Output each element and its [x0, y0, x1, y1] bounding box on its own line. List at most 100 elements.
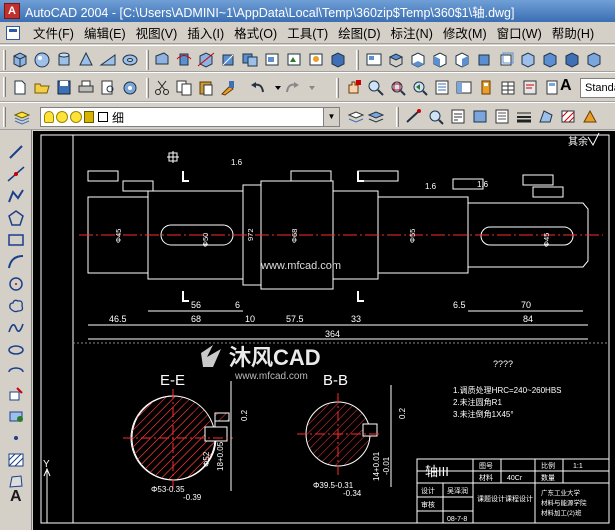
region-mass-icon[interactable]: [470, 107, 490, 126]
make-block-icon[interactable]: [6, 406, 26, 426]
paste-icon[interactable]: [196, 78, 216, 97]
layer-on-icon[interactable]: [44, 111, 54, 123]
menu-format[interactable]: 格式(O): [229, 23, 282, 42]
cone-icon[interactable]: [76, 50, 96, 69]
named-views-icon[interactable]: [364, 50, 384, 69]
text-style-combo[interactable]: Standa: [580, 78, 615, 98]
print-preview-icon[interactable]: [98, 78, 118, 97]
layer-unlock-icon[interactable]: [84, 111, 94, 123]
top-view-icon[interactable]: [386, 50, 406, 69]
menu-tools[interactable]: 工具(T): [282, 23, 333, 42]
match-properties-icon[interactable]: [218, 78, 238, 97]
ellipse-arc-icon[interactable]: [6, 362, 26, 382]
layer-thaw-icon[interactable]: [56, 111, 68, 123]
drawing-canvas[interactable]: 其余 Φ45 Φ50 972 Φ68 Φ55 Φ45 1.6 1.6 1.6 5…: [33, 131, 615, 530]
hatch-edit-icon[interactable]: [558, 107, 578, 126]
multiline-text-tool[interactable]: A: [10, 488, 22, 506]
menu-help[interactable]: 帮助(H): [547, 23, 599, 42]
tool-palettes-icon[interactable]: [476, 78, 496, 97]
zoom-extents-icon[interactable]: [426, 107, 446, 126]
toolbar-grip[interactable]: [146, 50, 149, 70]
area-icon[interactable]: [536, 107, 556, 126]
menu-edit[interactable]: 编辑(E): [79, 23, 131, 42]
plot-style-icon[interactable]: [580, 107, 600, 126]
toolbar-grip[interactable]: [3, 107, 6, 127]
toolbar-grip[interactable]: [3, 50, 6, 70]
torus-icon[interactable]: [120, 50, 140, 69]
dist-icon[interactable]: [404, 107, 424, 126]
sw-iso-icon[interactable]: [518, 50, 538, 69]
revolve-icon[interactable]: [174, 50, 194, 69]
menu-file[interactable]: 文件(F): [28, 23, 79, 42]
hatch-icon[interactable]: [6, 450, 26, 470]
list-icon[interactable]: [492, 107, 512, 126]
menu-view[interactable]: 视图(V): [131, 23, 183, 42]
ellipse-icon[interactable]: [6, 340, 26, 360]
extrude-icon[interactable]: [152, 50, 172, 69]
circle-icon[interactable]: [6, 274, 26, 294]
construction-line-icon[interactable]: [6, 164, 26, 184]
copy-icon[interactable]: [174, 78, 194, 97]
box-3d-icon[interactable]: [10, 50, 30, 69]
spline-icon[interactable]: [6, 318, 26, 338]
setup-profile-icon[interactable]: [306, 50, 326, 69]
publish-icon[interactable]: [120, 78, 140, 97]
solid-edit-icon[interactable]: [328, 50, 348, 69]
zoom-previous-icon[interactable]: [410, 78, 430, 97]
cylinder-icon[interactable]: [54, 50, 74, 69]
open-folder-icon[interactable]: [32, 78, 52, 97]
pan-realtime-icon[interactable]: [344, 78, 364, 97]
rectangle-icon[interactable]: [6, 230, 26, 250]
bottom-view-icon[interactable]: [408, 50, 428, 69]
layer-vp-thaw-icon[interactable]: [70, 111, 82, 123]
setup-view-icon[interactable]: [284, 50, 304, 69]
interfere-icon[interactable]: [240, 50, 260, 69]
setup-drawing-icon[interactable]: [262, 50, 282, 69]
right-view-icon[interactable]: [452, 50, 472, 69]
properties-icon[interactable]: [432, 78, 452, 97]
menu-modify[interactable]: 修改(M): [438, 23, 492, 42]
autocad-app-icon[interactable]: A: [4, 3, 20, 19]
zoom-window-icon[interactable]: [388, 78, 408, 97]
new-file-icon[interactable]: [10, 78, 30, 97]
menu-insert[interactable]: 插入(I): [182, 23, 229, 42]
redo-dropdown-arrow[interactable]: [302, 78, 315, 97]
point-icon[interactable]: [6, 428, 26, 448]
cut-icon[interactable]: [152, 78, 172, 97]
print-icon[interactable]: [76, 78, 96, 97]
save-icon[interactable]: [54, 78, 74, 97]
revision-cloud-icon[interactable]: [6, 296, 26, 316]
wedge-icon[interactable]: [98, 50, 118, 69]
toolbar-grip[interactable]: [146, 78, 149, 98]
layer-dropdown[interactable]: 细 ▼: [40, 107, 340, 127]
left-view-icon[interactable]: [430, 50, 450, 69]
markup-icon[interactable]: [520, 78, 540, 97]
menu-draw[interactable]: 绘图(D): [333, 23, 385, 42]
slice-icon[interactable]: [196, 50, 216, 69]
nw-iso-icon[interactable]: [584, 50, 604, 69]
front-view-icon[interactable]: [474, 50, 494, 69]
sheet-set-icon[interactable]: [498, 78, 518, 97]
layer-previous-icon[interactable]: [366, 107, 386, 126]
undo-dropdown-arrow[interactable]: [268, 78, 281, 97]
toolbar-grip[interactable]: [3, 77, 6, 97]
polygon-icon[interactable]: [6, 208, 26, 228]
toolbar-grip[interactable]: [396, 107, 399, 127]
redo-icon[interactable]: [282, 78, 302, 97]
id-point-icon[interactable]: [448, 107, 468, 126]
design-center-icon[interactable]: [454, 78, 474, 97]
line-icon[interactable]: [6, 142, 26, 162]
menu-dimension[interactable]: 标注(N): [386, 23, 438, 42]
section-icon[interactable]: [218, 50, 238, 69]
document-icon[interactable]: [6, 25, 20, 40]
toolbar-grip[interactable]: [356, 50, 359, 70]
text-style-button[interactable]: A: [560, 77, 578, 97]
sphere-icon[interactable]: [32, 50, 52, 69]
zoom-realtime-icon[interactable]: [366, 78, 386, 97]
layer-manager-icon[interactable]: [12, 107, 32, 126]
lineweight-icon[interactable]: [514, 107, 534, 126]
calculator-icon[interactable]: [542, 78, 562, 97]
back-view-icon[interactable]: [496, 50, 516, 69]
menu-window[interactable]: 窗口(W): [492, 23, 547, 42]
insert-block-icon[interactable]: [6, 384, 26, 404]
